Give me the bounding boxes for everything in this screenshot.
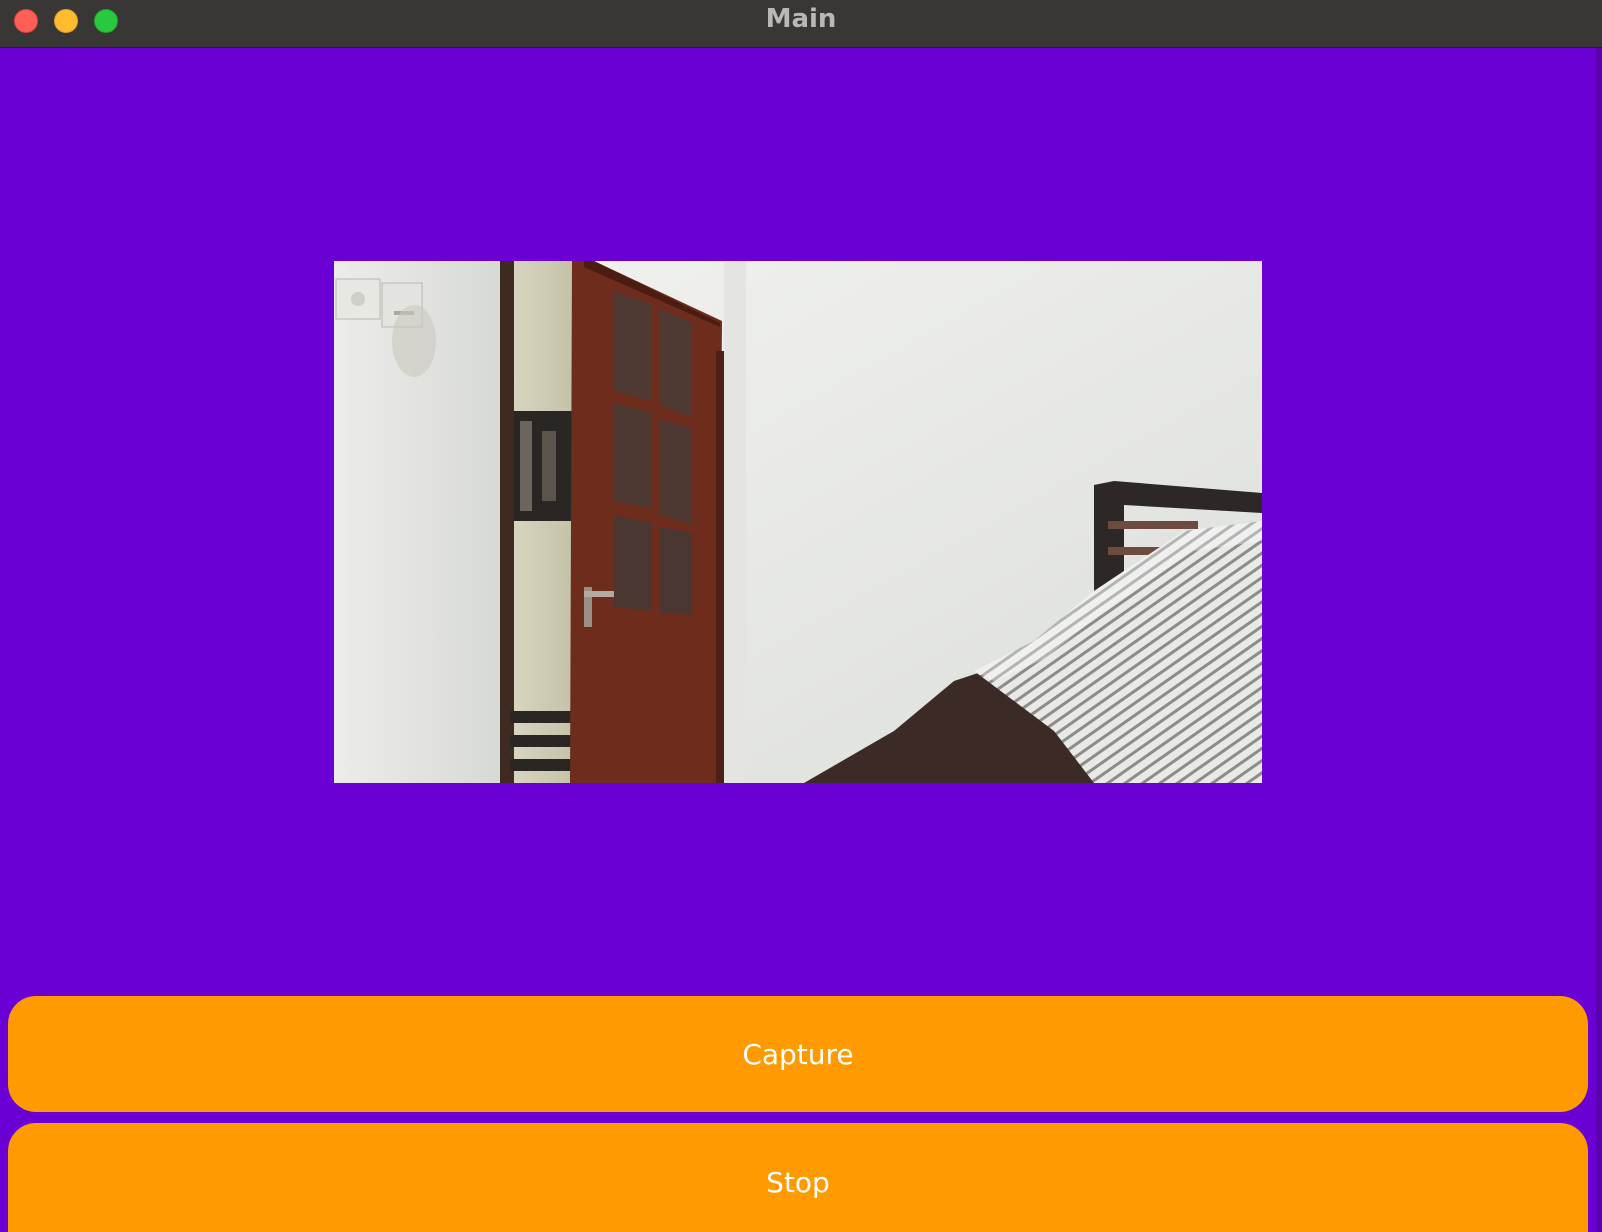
window-title: Main bbox=[765, 4, 837, 34]
stop-button[interactable]: Stop bbox=[8, 1123, 1588, 1232]
camera-frame-image bbox=[334, 261, 1262, 783]
title-bar: Main bbox=[0, 0, 1602, 48]
capture-button[interactable]: Capture bbox=[8, 996, 1588, 1112]
main-content: Capture Stop bbox=[0, 48, 1602, 1232]
app-window: Main Capture Stop bbox=[0, 0, 1602, 1232]
window-edge bbox=[1596, 48, 1602, 1232]
camera-preview bbox=[334, 261, 1262, 783]
